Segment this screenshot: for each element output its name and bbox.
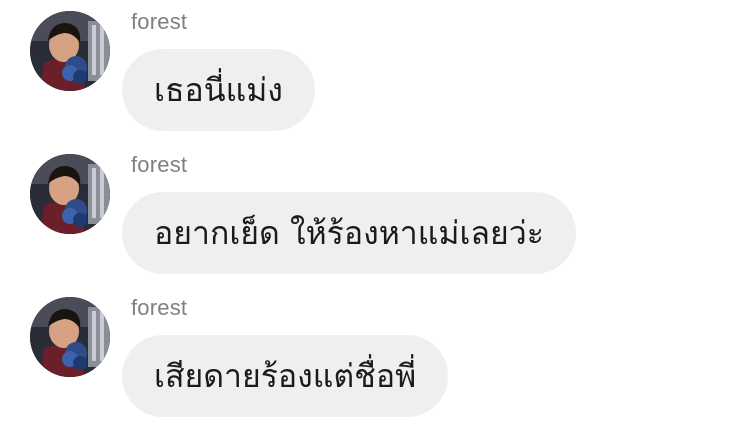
message-text: เสียดายร้องแต่ชื่อพี่ [154,357,417,395]
avatar[interactable] [30,297,110,377]
message-bubble[interactable]: เสียดายร้องแต่ชื่อพี่ [122,335,449,417]
message-text: อยากเย็ด ให้ร้องหาแม่เลยว่ะ [154,214,544,252]
message-group: forest อยากเย็ด ให้ร้องหาแม่เลยว่ะ [0,143,750,285]
sender-name: forest [131,9,188,34]
profile-photo-icon [30,11,110,91]
message-bubble[interactable]: เธอนี่แม่ง [122,49,315,131]
message-group: forest เธอนี่แม่ง [0,0,750,142]
message-bubble[interactable]: อยากเย็ด ให้ร้องหาแม่เลยว่ะ [122,192,576,274]
profile-photo-icon [30,297,110,377]
avatar[interactable] [30,11,110,91]
message-text: เธอนี่แม่ง [154,71,283,109]
message-group: forest เสียดายร้องแต่ชื่อพี่ [0,286,750,426]
sender-name: forest [131,152,188,177]
profile-photo-icon [30,154,110,234]
chat-thread: forest เธอนี่แม่ง forest อยากเย็ด ให้ร้อ… [0,0,750,426]
sender-name: forest [131,295,188,320]
avatar[interactable] [30,154,110,234]
